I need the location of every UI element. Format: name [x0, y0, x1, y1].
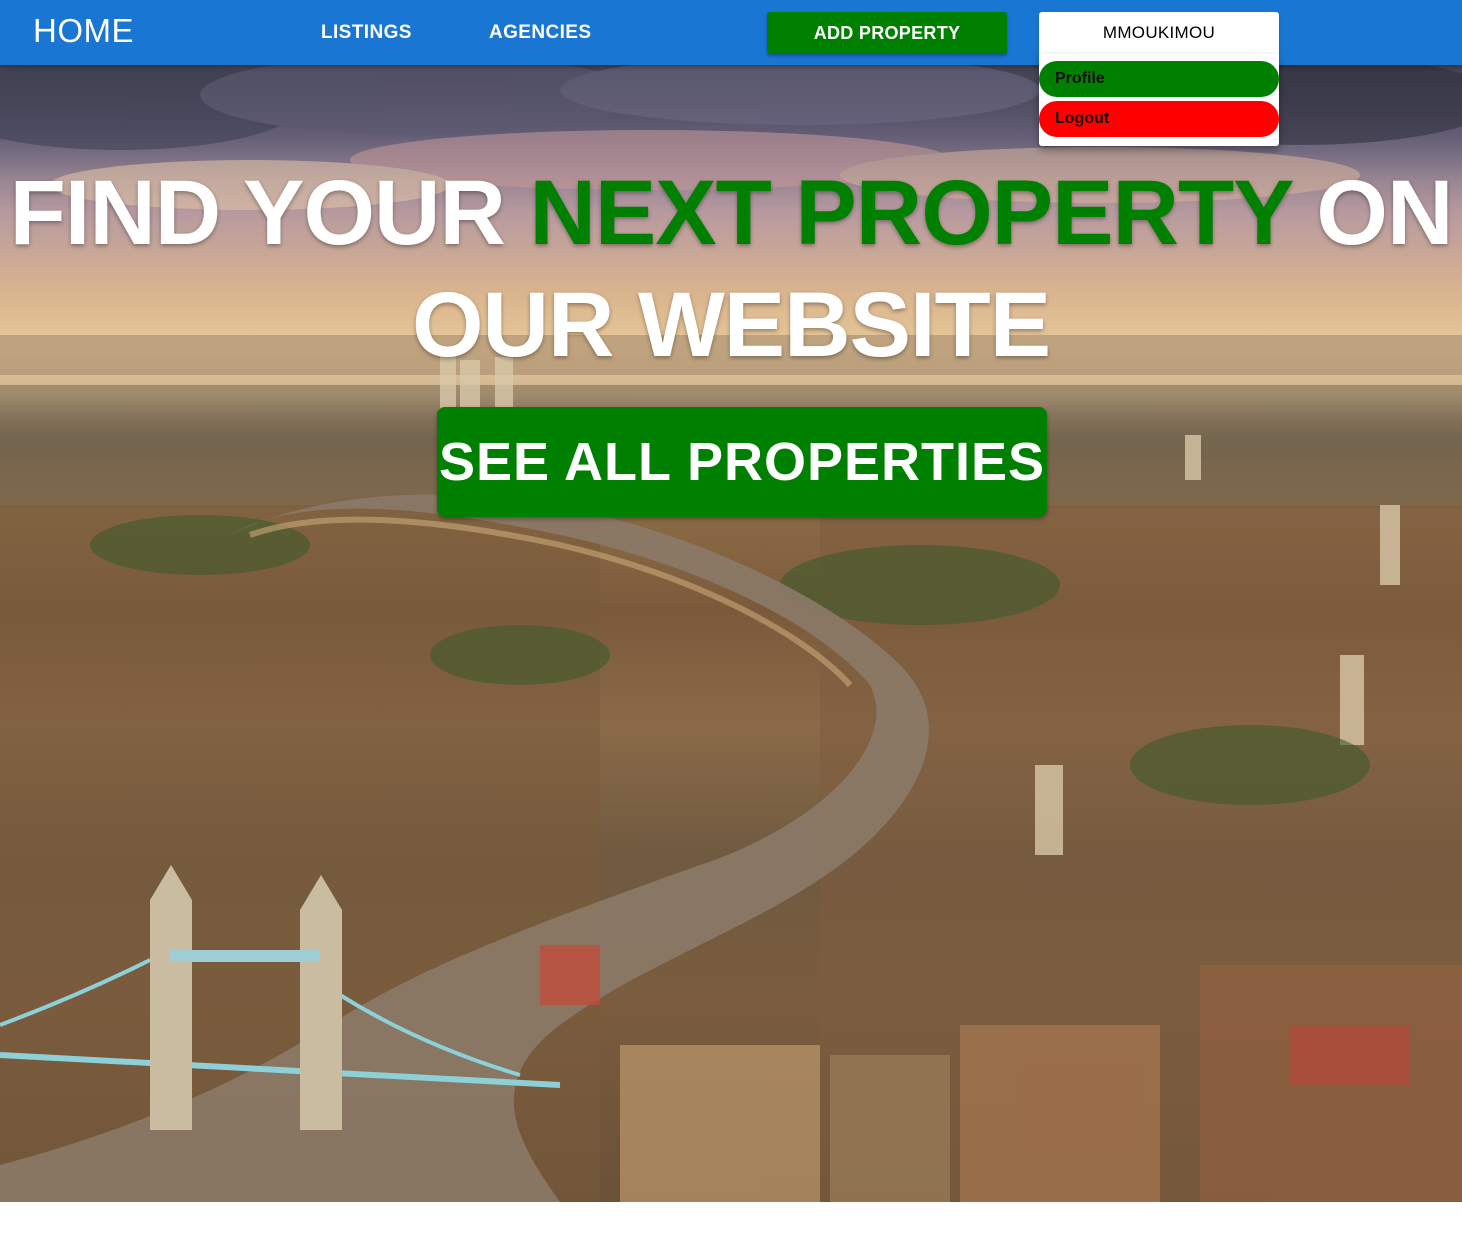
user-dropdown-menu: Profile Logout — [1039, 54, 1279, 146]
hero-banner: FIND YOUR NEXT PROPERTY ON OUR WEBSITE S… — [0, 65, 1462, 1202]
menu-item-logout[interactable]: Logout — [1039, 101, 1279, 137]
menu-item-profile[interactable]: Profile — [1039, 61, 1279, 97]
hero-title-highlight: NEXT PROPERTY — [529, 162, 1292, 264]
hero-title: FIND YOUR NEXT PROPERTY ON OUR WEBSITE — [0, 157, 1462, 381]
nav-link-agencies[interactable]: AGENCIES — [489, 22, 591, 44]
add-property-button[interactable]: ADD PROPERTY — [767, 12, 1007, 54]
see-all-properties-button[interactable]: SEE ALL PROPERTIES — [437, 407, 1047, 517]
home-link[interactable]: HOME — [33, 12, 134, 50]
hero-title-part1: FIND YOUR — [9, 162, 530, 264]
user-menu-button[interactable]: MMOUKIMOU — [1039, 12, 1279, 54]
nav-link-listings[interactable]: LISTINGS — [321, 22, 412, 44]
